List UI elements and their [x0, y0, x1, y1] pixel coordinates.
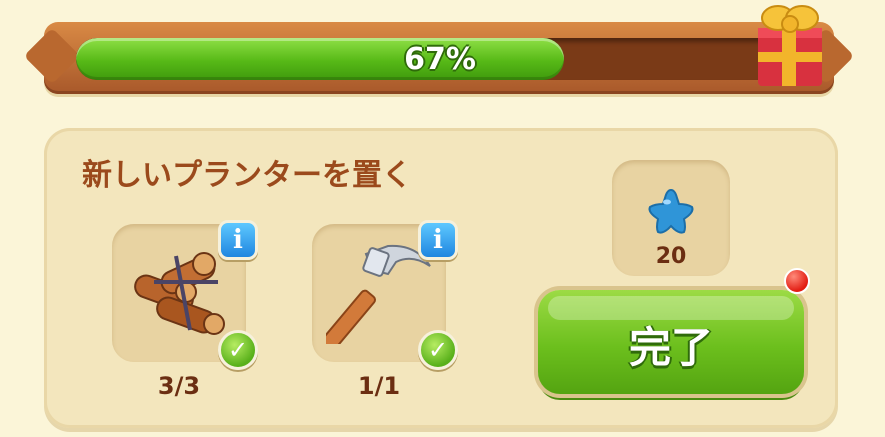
gift-box-icon[interactable] [752, 0, 828, 90]
blue-star-icon [644, 186, 698, 240]
logs-icon [126, 242, 232, 346]
game-screen: 67% 新しいプランターを置く i ✓ 3/3 i ✓ 1/1 20 完了 [0, 0, 885, 437]
info-button-hammer[interactable]: i [418, 220, 458, 260]
reward-count: 20 [655, 244, 687, 269]
requirement-count-logs: 3/3 [157, 372, 201, 400]
info-button-logs[interactable]: i [218, 220, 258, 260]
requirement-count-hammer: 1/1 [357, 372, 401, 400]
task-panel: 新しいプランターを置く i ✓ 3/3 i ✓ 1/1 20 完了 [44, 128, 838, 428]
complete-button-label: 完了 [628, 323, 713, 372]
progress-bar: 67% [76, 38, 804, 80]
notification-dot [784, 268, 810, 294]
progress-percent: 67% [404, 42, 476, 77]
check-icon: ✓ [418, 330, 458, 370]
hammer-icon [320, 240, 432, 353]
check-icon: ✓ [218, 330, 258, 370]
task-title: 新しいプランターを置く [82, 158, 412, 193]
progress-frame: 67% [44, 22, 834, 94]
complete-button[interactable]: 完了 [538, 290, 804, 394]
